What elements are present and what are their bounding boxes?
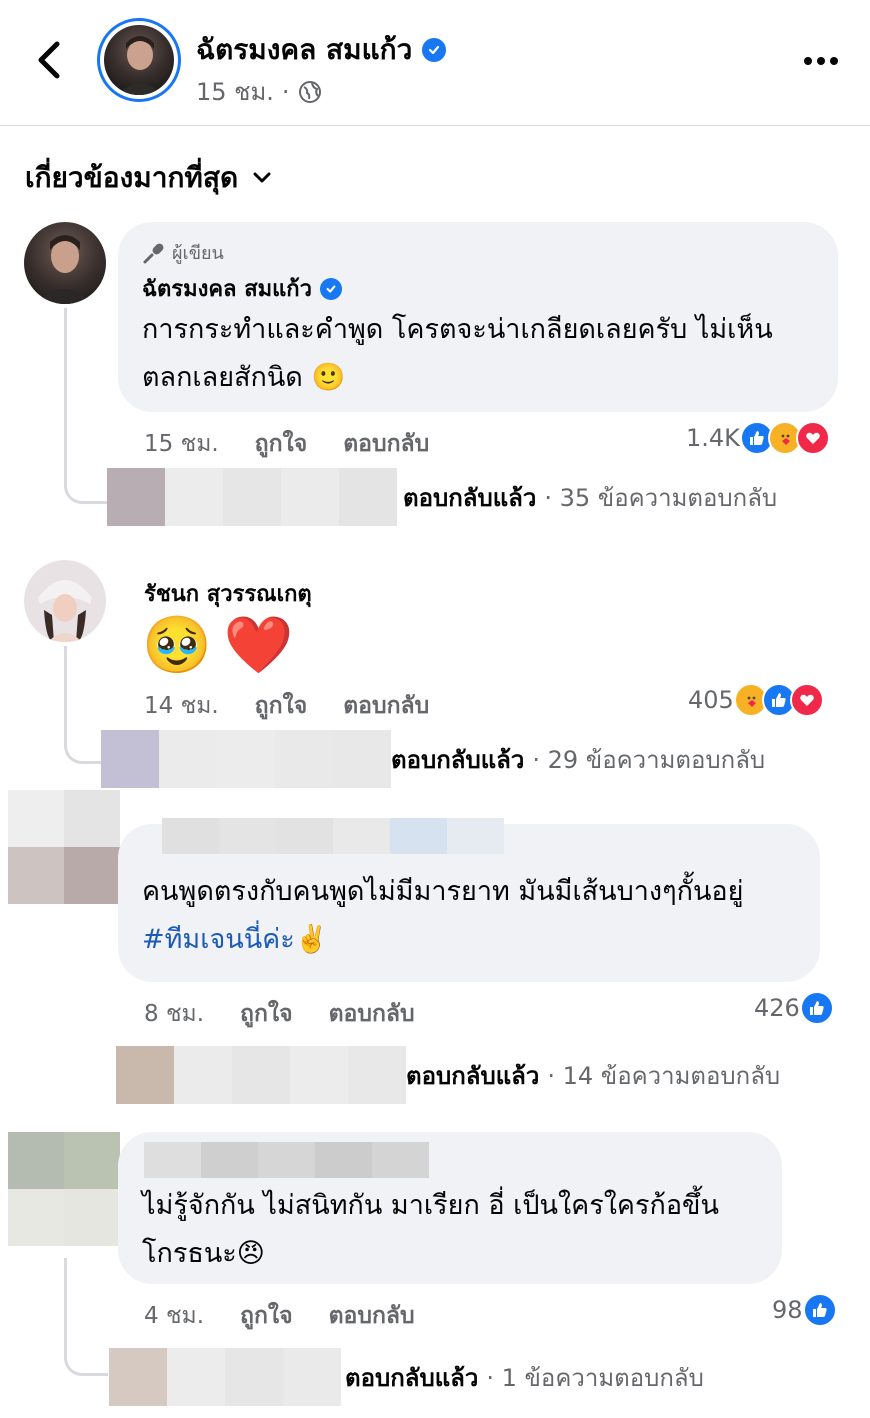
comment-bubble[interactable]: ไม่รู้จักกัน ไม่สนิทกัน มาเรียก อี่ เป็น… — [118, 1132, 782, 1284]
thread-line — [64, 1258, 108, 1376]
love-reaction-icon — [789, 683, 824, 717]
view-replies[interactable]: ตอบกลับแล้ว · 1 ข้อความตอบกลับ — [109, 1348, 704, 1406]
globe-icon — [298, 80, 321, 103]
chevron-down-icon — [253, 172, 271, 183]
dot-icon — [830, 57, 838, 65]
angry-face-emoji: 😠 — [236, 1238, 265, 1269]
reply-button[interactable]: ตอบกลับ — [329, 1298, 415, 1334]
like-button[interactable]: ถูกใจ — [255, 688, 308, 724]
like-button[interactable]: ถูกใจ — [240, 1298, 293, 1334]
comment-actions: 15 ชม. ถูกใจ ตอบกลับ — [144, 426, 465, 462]
comment-sort-dropdown[interactable]: เกี่ยวข้องมากที่สุด — [25, 156, 272, 200]
verified-badge-icon — [422, 38, 447, 62]
hashtag-link[interactable]: #ทีมเจนนี่ค่ะ — [142, 924, 295, 955]
like-button[interactable]: ถูกใจ — [255, 426, 308, 462]
microphone-icon — [143, 243, 164, 263]
reaction-summary[interactable]: 98 — [772, 1293, 837, 1327]
comment-actions: 14 ชม. ถูกใจ ตอบกลับ — [144, 688, 465, 724]
red-heart-emoji: ❤️ — [223, 613, 294, 678]
comment-text: ไม่รู้จักกัน ไม่สนิทกัน มาเรียก อี่ เป็น… — [142, 1190, 719, 1269]
comment-text: การกระทำและคำพูด โครตจะน่าเกลียดเลยครับ … — [142, 314, 773, 393]
reply-button[interactable]: ตอบกลับ — [329, 996, 415, 1032]
commenter-name-blurred — [144, 1142, 758, 1178]
view-replies[interactable]: ตอบกลับแล้ว · 14 ข้อความตอบกลับ — [116, 1046, 780, 1104]
view-replies[interactable]: ตอบกลับแล้ว · 29 ข้อความตอบกลับ — [101, 730, 765, 788]
commenter-avatar-blurred[interactable] — [8, 790, 120, 904]
comment-bubble[interactable]: คนพูดตรงกับคนพูดไม่มีมารยาท มันมีเส้นบาง… — [118, 818, 820, 982]
author-badge: ผู้เขียน — [142, 238, 814, 267]
comment-emojis: 🥹 ❤️ — [142, 608, 293, 684]
love-reaction-icon — [795, 421, 830, 455]
thread-line — [64, 308, 110, 504]
reaction-summary[interactable]: 405 — [688, 683, 824, 717]
commenter-avatar[interactable] — [24, 222, 106, 304]
replier-avatar-blurred — [109, 1348, 341, 1406]
commenter-name[interactable]: รัชนก สุวรรณเกตุ — [144, 576, 312, 611]
victory-hand-emoji: ✌️ — [294, 924, 329, 955]
comment-actions: 8 ชม. ถูกใจ ตอบกลับ — [144, 996, 451, 1032]
page-avatar[interactable] — [97, 18, 181, 102]
dot-icon — [817, 57, 825, 65]
dot-icon — [804, 57, 812, 65]
more-options-button[interactable] — [800, 44, 842, 78]
back-button[interactable] — [30, 38, 66, 82]
commenter-name[interactable]: ฉัตรมงคล สมแก้ว — [142, 271, 814, 306]
comment-actions: 4 ชม. ถูกใจ ตอบกลับ — [144, 1298, 451, 1334]
thread-line — [64, 646, 104, 764]
slightly-smiling-emoji: 🙂 — [311, 362, 346, 393]
commenter-avatar[interactable] — [24, 560, 106, 642]
commenter-name-blurred — [162, 818, 796, 854]
page-name[interactable]: ฉัตรมงคล สมแก้ว — [196, 28, 447, 72]
comment-bubble[interactable]: ผู้เขียน ฉัตรมงคล สมแก้ว การกระทำและคำพู… — [118, 222, 838, 412]
reply-button[interactable]: ตอบกลับ — [343, 688, 429, 724]
replier-avatar-blurred — [116, 1046, 406, 1104]
reaction-summary[interactable]: 426 — [754, 991, 834, 1025]
reply-button[interactable]: ตอบกลับ — [343, 426, 429, 462]
replier-avatar-blurred — [101, 730, 391, 788]
view-replies[interactable]: ตอบกลับแล้ว · 35 ข้อความตอบกลับ — [107, 468, 777, 526]
like-button[interactable]: ถูกใจ — [240, 996, 293, 1032]
like-reaction-icon — [802, 1293, 837, 1327]
chevron-left-icon — [38, 41, 60, 79]
commenter-avatar-blurred[interactable] — [8, 1132, 120, 1246]
pleading-face-emoji: 🥹 — [142, 613, 212, 678]
comment-text: คนพูดตรงกับคนพูดไม่มีมารยาท มันมีเส้นบาง… — [142, 876, 744, 955]
reaction-summary[interactable]: 1.4K — [686, 421, 830, 455]
like-reaction-icon — [799, 991, 834, 1025]
replier-avatar-blurred — [107, 468, 397, 526]
post-meta: 15 ชม. · — [196, 72, 322, 111]
post-header: ฉัตรมงคล สมแก้ว 15 ชม. · — [0, 0, 870, 126]
verified-badge-icon — [319, 277, 342, 300]
